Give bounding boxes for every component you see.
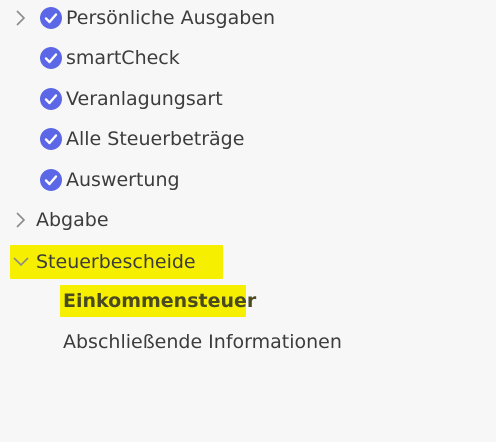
nav-item-veranlagungsart[interactable]: Veranlagungsart — [40, 83, 223, 115]
nav-section-abgabe[interactable]: Abgabe — [12, 204, 109, 236]
check-circle-icon — [40, 7, 62, 29]
chevron-down-icon[interactable] — [12, 253, 30, 271]
nav-subitem-abschliessende-informationen[interactable]: Abschließende Informationen — [63, 326, 342, 358]
check-circle-icon — [40, 47, 62, 69]
nav-item-label: smartCheck — [66, 47, 180, 69]
nav-item-auswertung[interactable]: Auswertung — [40, 164, 180, 196]
nav-item-label: Veranlagungsart — [66, 88, 223, 110]
check-circle-icon — [40, 169, 62, 191]
nav-item-label: Auswertung — [66, 169, 180, 191]
check-circle-icon — [40, 128, 62, 150]
nav-subitem-einkommensteuer[interactable]: Einkommensteuer — [60, 285, 256, 317]
nav-item-persoenliche-ausgaben[interactable]: Persönliche Ausgaben — [12, 2, 275, 34]
nav-section-label: Abgabe — [36, 209, 109, 231]
nav-item-label: Persönliche Ausgaben — [66, 7, 276, 29]
nav-section-steuerbescheide[interactable]: Steuerbescheide — [10, 245, 223, 279]
nav-item-smartcheck[interactable]: smartCheck — [40, 42, 180, 74]
chevron-right-icon[interactable] — [12, 211, 30, 229]
nav-section-label: Steuerbescheide — [36, 251, 196, 273]
check-circle-icon — [40, 88, 62, 110]
nav-subitem-label: Abschließende Informationen — [63, 331, 342, 353]
nav-subitem-label: Einkommensteuer — [63, 290, 257, 312]
chevron-right-icon[interactable] — [12, 9, 30, 27]
nav-item-alle-steuerbetraege[interactable]: Alle Steuerbeträge — [40, 123, 244, 155]
nav-item-label: Alle Steuerbeträge — [66, 128, 245, 150]
